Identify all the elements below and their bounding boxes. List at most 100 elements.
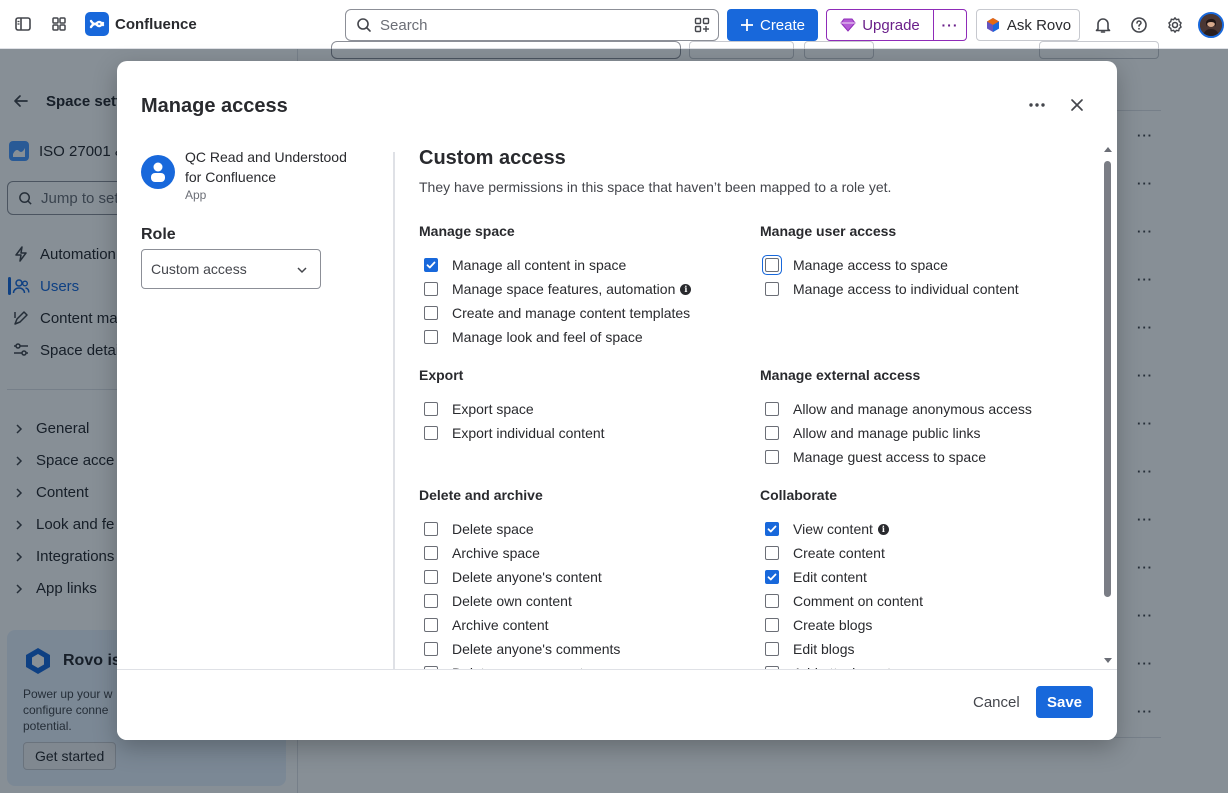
permission-label: Manage access to space <box>793 257 948 273</box>
permission-label: Manage all content in space <box>452 257 627 273</box>
permission-row[interactable]: Create blogs <box>760 613 1090 637</box>
manage-access-modal: Manage access QC Read and Understood for… <box>117 61 1117 740</box>
permission-row[interactable]: Manage look and feel of space <box>419 325 749 349</box>
permission-row[interactable]: Edit blogs <box>760 637 1090 661</box>
permission-checkbox[interactable] <box>424 546 438 560</box>
permission-label: Delete space <box>452 521 534 537</box>
permission-row[interactable]: Manage guest access to space <box>760 445 1090 469</box>
scroll-down-icon[interactable] <box>1103 657 1113 665</box>
permission-row[interactable]: Delete own content <box>419 589 749 613</box>
permission-row[interactable]: Delete anyone's comments <box>419 637 749 661</box>
permission-checkbox[interactable] <box>424 570 438 584</box>
settings-icon[interactable] <box>1159 9 1191 41</box>
permission-label: Archive space <box>452 545 540 561</box>
permission-label: Create content <box>793 545 885 561</box>
permission-checkbox[interactable] <box>765 618 779 632</box>
save-button[interactable]: Save <box>1036 686 1093 718</box>
permission-checkbox[interactable] <box>765 546 779 560</box>
permission-row[interactable]: Comment on content <box>760 589 1090 613</box>
permission-row[interactable]: Manage access to individual content <box>760 277 1090 301</box>
permission-label: Comment on content <box>793 593 923 609</box>
permission-checkbox[interactable] <box>765 282 779 296</box>
create-button[interactable]: Create <box>727 9 818 41</box>
permission-checkbox[interactable] <box>765 258 779 272</box>
permission-row[interactable]: Export individual content <box>419 421 749 445</box>
permission-row[interactable]: Delete anyone's content <box>419 565 749 589</box>
scroll-up-icon[interactable] <box>1103 145 1113 153</box>
app-switcher-icon[interactable] <box>43 8 75 40</box>
scrollbar-thumb[interactable] <box>1104 161 1111 597</box>
info-icon[interactable]: i <box>877 523 889 535</box>
gem-icon <box>840 18 856 32</box>
permission-checkbox[interactable] <box>424 258 438 272</box>
search-placeholder: Search <box>380 16 428 34</box>
permission-label: Delete anyone's comments <box>452 641 621 657</box>
permission-checkbox[interactable] <box>765 402 779 416</box>
more-options-icon[interactable] <box>1021 89 1053 121</box>
permission-checkbox[interactable] <box>424 306 438 320</box>
permission-row[interactable]: Delete space <box>419 517 749 541</box>
upgrade-button[interactable]: Upgrade <box>827 10 934 40</box>
user-avatar[interactable] <box>1198 12 1224 38</box>
permission-checkbox[interactable] <box>765 570 779 584</box>
confluence-logo[interactable]: Confluence <box>85 12 197 36</box>
permission-checkbox[interactable] <box>424 282 438 296</box>
permission-row[interactable]: Archive content <box>419 613 749 637</box>
notifications-icon[interactable] <box>1087 9 1119 41</box>
permission-checkbox[interactable] <box>765 426 779 440</box>
permission-row[interactable]: View content i <box>760 517 1090 541</box>
permission-checkbox[interactable] <box>424 618 438 632</box>
permission-label: View content <box>793 521 873 537</box>
permission-label: Export space <box>452 401 534 417</box>
group-title: Delete and archive <box>419 487 543 503</box>
permission-label: Allow and manage anonymous access <box>793 401 1032 417</box>
permission-row[interactable]: Delete own comments <box>419 661 749 669</box>
permission-row[interactable]: Manage access to space <box>760 253 1090 277</box>
permission-row[interactable]: Add attachments <box>760 661 1090 669</box>
group-manage-space: Manage space Manage all content in space M… <box>419 221 749 349</box>
permission-label: Allow and manage public links <box>793 425 981 441</box>
group-title: Manage space <box>419 223 515 239</box>
confluence-logo-icon <box>85 12 109 36</box>
info-icon[interactable]: i <box>680 283 692 295</box>
ask-rovo-label: Ask Rovo <box>1006 16 1072 34</box>
permission-checkbox[interactable] <box>765 450 779 464</box>
permission-checkbox[interactable] <box>424 594 438 608</box>
scrollbar[interactable] <box>1102 145 1112 665</box>
group-delete-and-archive: Delete and archive Delete space Archive sp… <box>419 485 749 669</box>
permission-checkbox[interactable] <box>424 402 438 416</box>
help-icon[interactable] <box>1123 9 1155 41</box>
cancel-button[interactable]: Cancel <box>963 686 1030 718</box>
modal-title: Manage access <box>141 95 288 117</box>
group-collaborate: Collaborate View content i Create content Ed… <box>760 485 1090 669</box>
app-summary: QC Read and Understood for Confluence Ap… <box>141 147 371 203</box>
permission-label: Delete anyone's content <box>452 569 602 585</box>
permission-checkbox[interactable] <box>424 522 438 536</box>
app-name: QC Read and Understood for Confluence <box>185 149 347 185</box>
permission-row[interactable]: Create and manage content templates <box>419 301 749 325</box>
permission-checkbox[interactable] <box>765 522 779 536</box>
permission-checkbox[interactable] <box>424 426 438 440</box>
permission-checkbox[interactable] <box>424 330 438 344</box>
permission-row[interactable]: Manage space features, automation i <box>419 277 749 301</box>
role-select[interactable]: Custom access <box>141 249 321 289</box>
permission-row[interactable]: Archive space <box>419 541 749 565</box>
permission-row[interactable]: Allow and manage public links <box>760 421 1090 445</box>
search-filter-icon[interactable] <box>694 17 710 33</box>
upgrade-label: Upgrade <box>862 16 920 34</box>
permission-checkbox[interactable] <box>765 594 779 608</box>
group-manage-external-access: Manage external access Allow and manage a… <box>760 365 1090 469</box>
group-export: Export Export space Export individual cont… <box>419 365 749 445</box>
permission-row[interactable]: Manage all content in space <box>419 253 749 277</box>
permission-row[interactable]: Edit content <box>760 565 1090 589</box>
search-input[interactable]: Search <box>345 9 719 41</box>
permission-checkbox[interactable] <box>424 642 438 656</box>
permission-row[interactable]: Export space <box>419 397 749 421</box>
sidebar-toggle-icon[interactable] <box>7 8 39 40</box>
close-icon[interactable] <box>1061 89 1093 121</box>
upgrade-more-button[interactable]: ··· <box>934 17 966 33</box>
permission-row[interactable]: Create content <box>760 541 1090 565</box>
ask-rovo-button[interactable]: Ask Rovo <box>976 9 1080 41</box>
permission-row[interactable]: Allow and manage anonymous access <box>760 397 1090 421</box>
permission-checkbox[interactable] <box>765 642 779 656</box>
